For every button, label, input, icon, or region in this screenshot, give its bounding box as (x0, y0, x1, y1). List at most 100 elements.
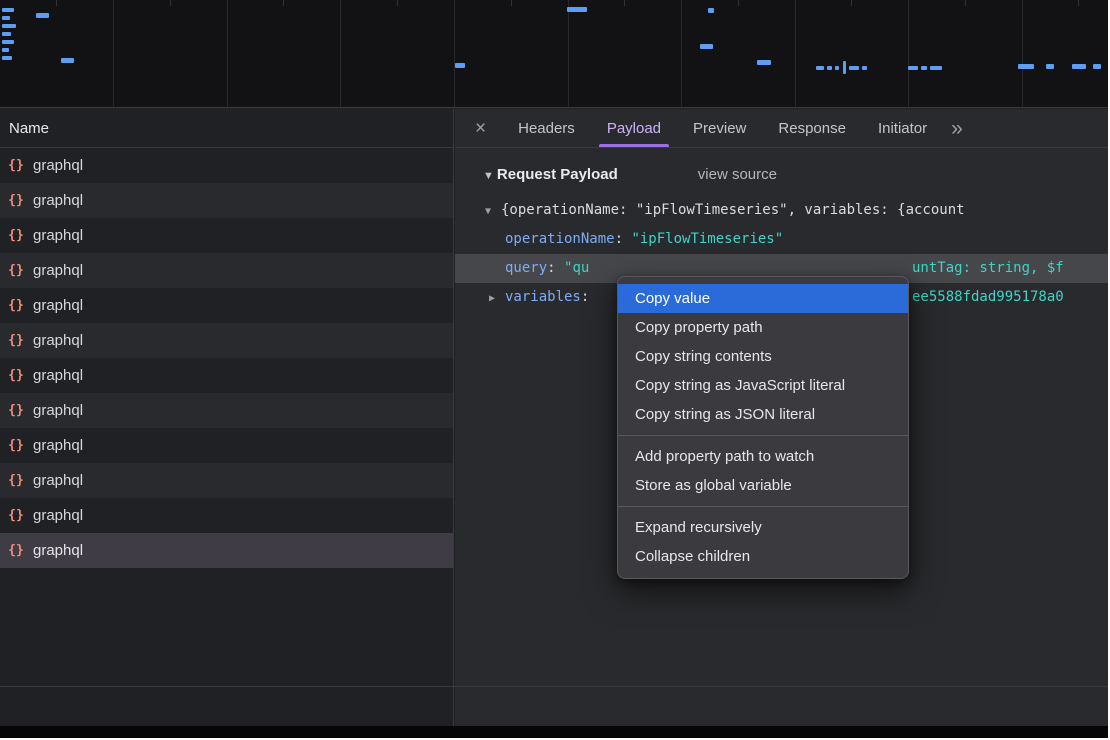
property-value-string-continued: ee5588fdad995178a0 (912, 283, 1064, 312)
json-icon: {} (7, 193, 25, 208)
menu-item-collapse-children[interactable]: Collapse children (618, 542, 908, 571)
property-key: variables (505, 289, 581, 305)
menu-item-copy-string-js-literal[interactable]: Copy string as JavaScript literal (618, 371, 908, 400)
timeline-tick (738, 0, 739, 6)
tab-preview[interactable]: Preview (677, 109, 762, 147)
object-preview-text: {operationName: "ipFlowTimeseries", vari… (501, 202, 965, 218)
json-icon: {} (7, 368, 25, 383)
timeline-request-bar (2, 8, 14, 12)
colon: : (547, 260, 564, 276)
network-request-row[interactable]: {} graphql (0, 498, 453, 533)
request-name: graphql (33, 332, 83, 349)
timeline-request-bar (455, 63, 465, 68)
timeline-tick (511, 0, 512, 6)
timeline-request-bar (2, 40, 14, 44)
timeline-tick (851, 0, 852, 6)
timeline-gridline (681, 0, 682, 107)
timeline-request-bar (2, 32, 11, 36)
network-request-row[interactable]: {} graphql (0, 288, 453, 323)
network-request-row[interactable]: {} graphql (0, 463, 453, 498)
json-icon: {} (7, 298, 25, 313)
network-request-row[interactable]: {}graphql (0, 253, 453, 288)
menu-item-copy-value[interactable]: Copy value (618, 284, 908, 313)
timeline-request-bar (816, 66, 824, 70)
property-key: operationName (505, 231, 615, 247)
request-payload-title: Request Payload (497, 166, 618, 183)
network-request-row[interactable]: {}graphql (0, 358, 453, 393)
tree-row-operation-name[interactable]: operationName: "ipFlowTimeseries" (455, 225, 1108, 254)
timeline-request-bar (930, 66, 942, 70)
expand-triangle-icon[interactable]: ▼ (485, 197, 501, 225)
status-bar (0, 726, 1108, 738)
timeline-request-bar (757, 60, 771, 65)
network-request-row[interactable]: {} graphql (0, 183, 453, 218)
name-column-header[interactable]: Name (0, 109, 453, 148)
tab-response[interactable]: Response (762, 109, 862, 147)
json-icon: {} (7, 473, 25, 488)
timeline-request-bar (708, 8, 714, 13)
more-tabs-icon[interactable]: » (951, 118, 963, 139)
request-name: graphql (33, 157, 83, 174)
timeline-tick (170, 0, 171, 6)
timeline-tick (397, 0, 398, 6)
timeline-request-bar (2, 48, 9, 52)
timeline-tick (624, 0, 625, 6)
menu-item-expand-recursively[interactable]: Expand recursively (618, 513, 908, 542)
json-icon: {} (7, 403, 25, 418)
timeline-tick (56, 0, 57, 6)
timeline-gridline (1022, 0, 1023, 107)
timeline-gridline (113, 0, 114, 107)
timeline-request-bar (862, 66, 867, 70)
tab-payload[interactable]: Payload (591, 109, 677, 147)
request-name: graphql (33, 472, 83, 489)
property-value-string: "qu (564, 260, 589, 276)
menu-item-copy-property-path[interactable]: Copy property path (618, 313, 908, 342)
network-request-row[interactable]: {}graphql (0, 218, 453, 253)
timeline-request-bar (2, 16, 10, 20)
request-name: graphql (33, 297, 83, 314)
timeline-overview[interactable] (0, 0, 1108, 108)
timeline-request-bar (843, 61, 846, 74)
view-source-link[interactable]: view source (698, 166, 777, 183)
tab-initiator[interactable]: Initiator (862, 109, 943, 147)
timeline-request-bar (61, 58, 74, 63)
timeline-request-bar (2, 56, 12, 60)
timeline-gridline (568, 0, 569, 107)
timeline-request-bar (2, 24, 16, 28)
menu-item-add-property-path-to-watch[interactable]: Add property path to watch (618, 442, 908, 471)
bottom-divider (0, 686, 1108, 687)
timeline-request-bar (700, 44, 713, 49)
network-request-row-selected[interactable]: {}graphql (0, 533, 453, 568)
network-request-list: Name {} graphql {} graphql {} graphql {} gra… (0, 109, 454, 726)
timeline-request-bar (835, 66, 839, 70)
close-icon[interactable]: × (475, 119, 486, 138)
colon: : (615, 231, 632, 247)
request-name: graphql (33, 227, 83, 244)
timeline-tick (283, 0, 284, 6)
request-name: graphql (33, 507, 83, 524)
timeline-gridline (340, 0, 341, 107)
tree-row-object-preview[interactable]: ▼{operationName: "ipFlowTimeseries", var… (455, 196, 1108, 225)
collapse-triangle-icon[interactable]: ▼ (483, 170, 494, 182)
network-request-row[interactable]: {}graphql (0, 428, 453, 463)
network-request-row[interactable]: {} graphql (0, 148, 453, 183)
menu-item-copy-string-json-literal[interactable]: Copy string as JSON literal (618, 400, 908, 429)
expand-triangle-icon[interactable]: ▶ (489, 284, 505, 312)
network-request-row[interactable]: {}graphql (0, 393, 453, 428)
colon: : (581, 289, 589, 305)
timeline-request-bar (827, 66, 832, 70)
request-name: graphql (33, 192, 83, 209)
network-request-row[interactable]: {}graphql (0, 323, 453, 358)
timeline-request-bar (1072, 64, 1086, 69)
request-name: graphql (33, 262, 83, 279)
json-icon: {} (7, 508, 25, 523)
timeline-gridline (908, 0, 909, 107)
menu-item-store-as-global-variable[interactable]: Store as global variable (618, 471, 908, 500)
menu-item-copy-string-contents[interactable]: Copy string contents (618, 342, 908, 371)
json-icon: {} (7, 158, 25, 173)
timeline-tick (1078, 0, 1079, 6)
request-name: graphql (33, 542, 83, 559)
tab-headers[interactable]: Headers (502, 109, 591, 147)
property-key: query (505, 260, 547, 276)
timeline-request-bar (921, 66, 927, 70)
